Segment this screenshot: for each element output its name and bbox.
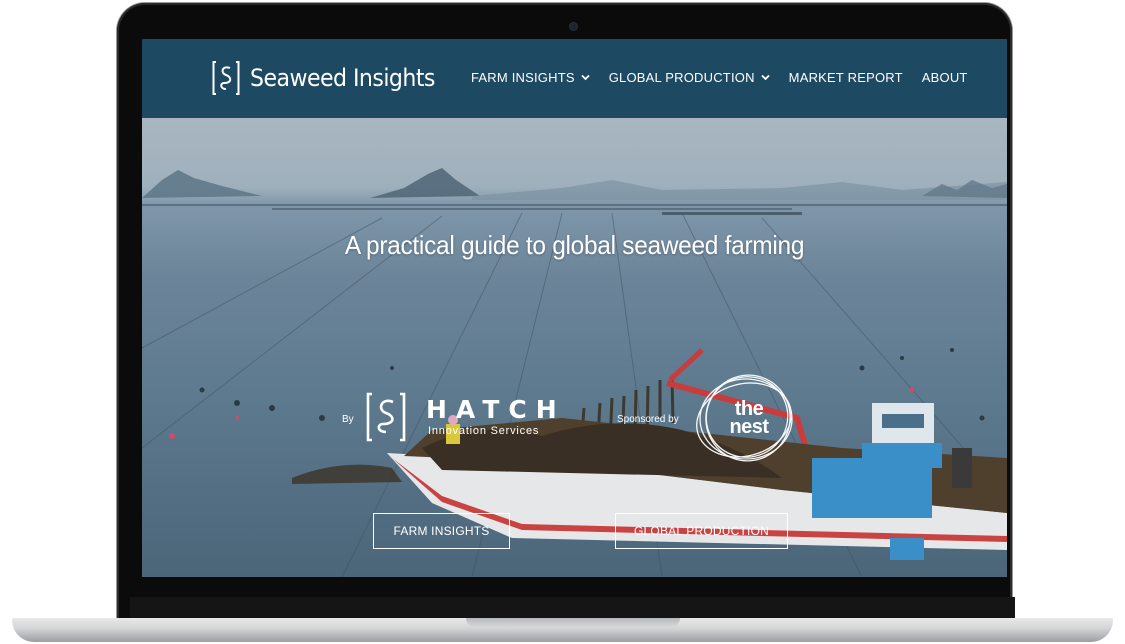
- nav-item-farm-insights[interactable]: FARM INSIGHTS: [471, 70, 590, 85]
- sponsor-wordmark[interactable]: the nest: [721, 399, 777, 438]
- laptop-notch: [466, 618, 680, 627]
- browser-screen: Seaweed Insights FARM INSIGHTS GLOBAL PR…: [142, 39, 1007, 577]
- hero-headline: A practical guide to global seaweed farm…: [344, 230, 805, 260]
- chevron-down-icon: [761, 74, 770, 81]
- sponsor-line-2: nest: [729, 416, 769, 438]
- seaweed-hook-logo-icon: [212, 61, 240, 95]
- nav-item-label: MARKET REPORT: [788, 70, 903, 85]
- nav-item-market-report[interactable]: MARKET REPORT: [789, 70, 903, 85]
- partner-logo[interactable]: HATCH Innovation Services: [366, 391, 566, 443]
- hero-section: A practical guide to global seaweed farm…: [142, 118, 1007, 577]
- site-logo[interactable]: Seaweed Insights: [212, 59, 451, 97]
- main-nav: FARM INSIGHTS GLOBAL PRODUCTION MARKET R…: [471, 70, 968, 85]
- laptop-hinge: [130, 597, 1015, 619]
- screen-bezel-bottom: [142, 577, 1007, 597]
- partner-subtitle: Innovation Services: [428, 425, 540, 437]
- hatch-logo-icon: [366, 392, 406, 442]
- partner-wordmark: HATCH Innovation Services: [426, 395, 566, 438]
- nav-item-label: GLOBAL PRODUCTION: [608, 70, 755, 85]
- global-production-button[interactable]: GLOBAL PRODUCTION: [615, 513, 788, 549]
- partner-name: HATCH: [426, 395, 566, 424]
- sponsored-label: Sponsored by: [617, 414, 679, 425]
- nav-item-label: ABOUT: [921, 70, 968, 85]
- webcam: [570, 23, 577, 30]
- by-label: By: [342, 414, 354, 425]
- hero-background-photo: [142, 168, 1007, 577]
- chevron-down-icon: [581, 74, 590, 81]
- nav-item-global-production[interactable]: GLOBAL PRODUCTION: [609, 70, 770, 85]
- nav-item-about[interactable]: ABOUT: [922, 70, 968, 85]
- farm-insights-button[interactable]: FARM INSIGHTS: [373, 513, 510, 549]
- nav-item-label: FARM INSIGHTS: [471, 70, 575, 85]
- site-title: Seaweed Insights: [250, 64, 435, 92]
- site-header: Seaweed Insights FARM INSIGHTS GLOBAL PR…: [142, 39, 1007, 118]
